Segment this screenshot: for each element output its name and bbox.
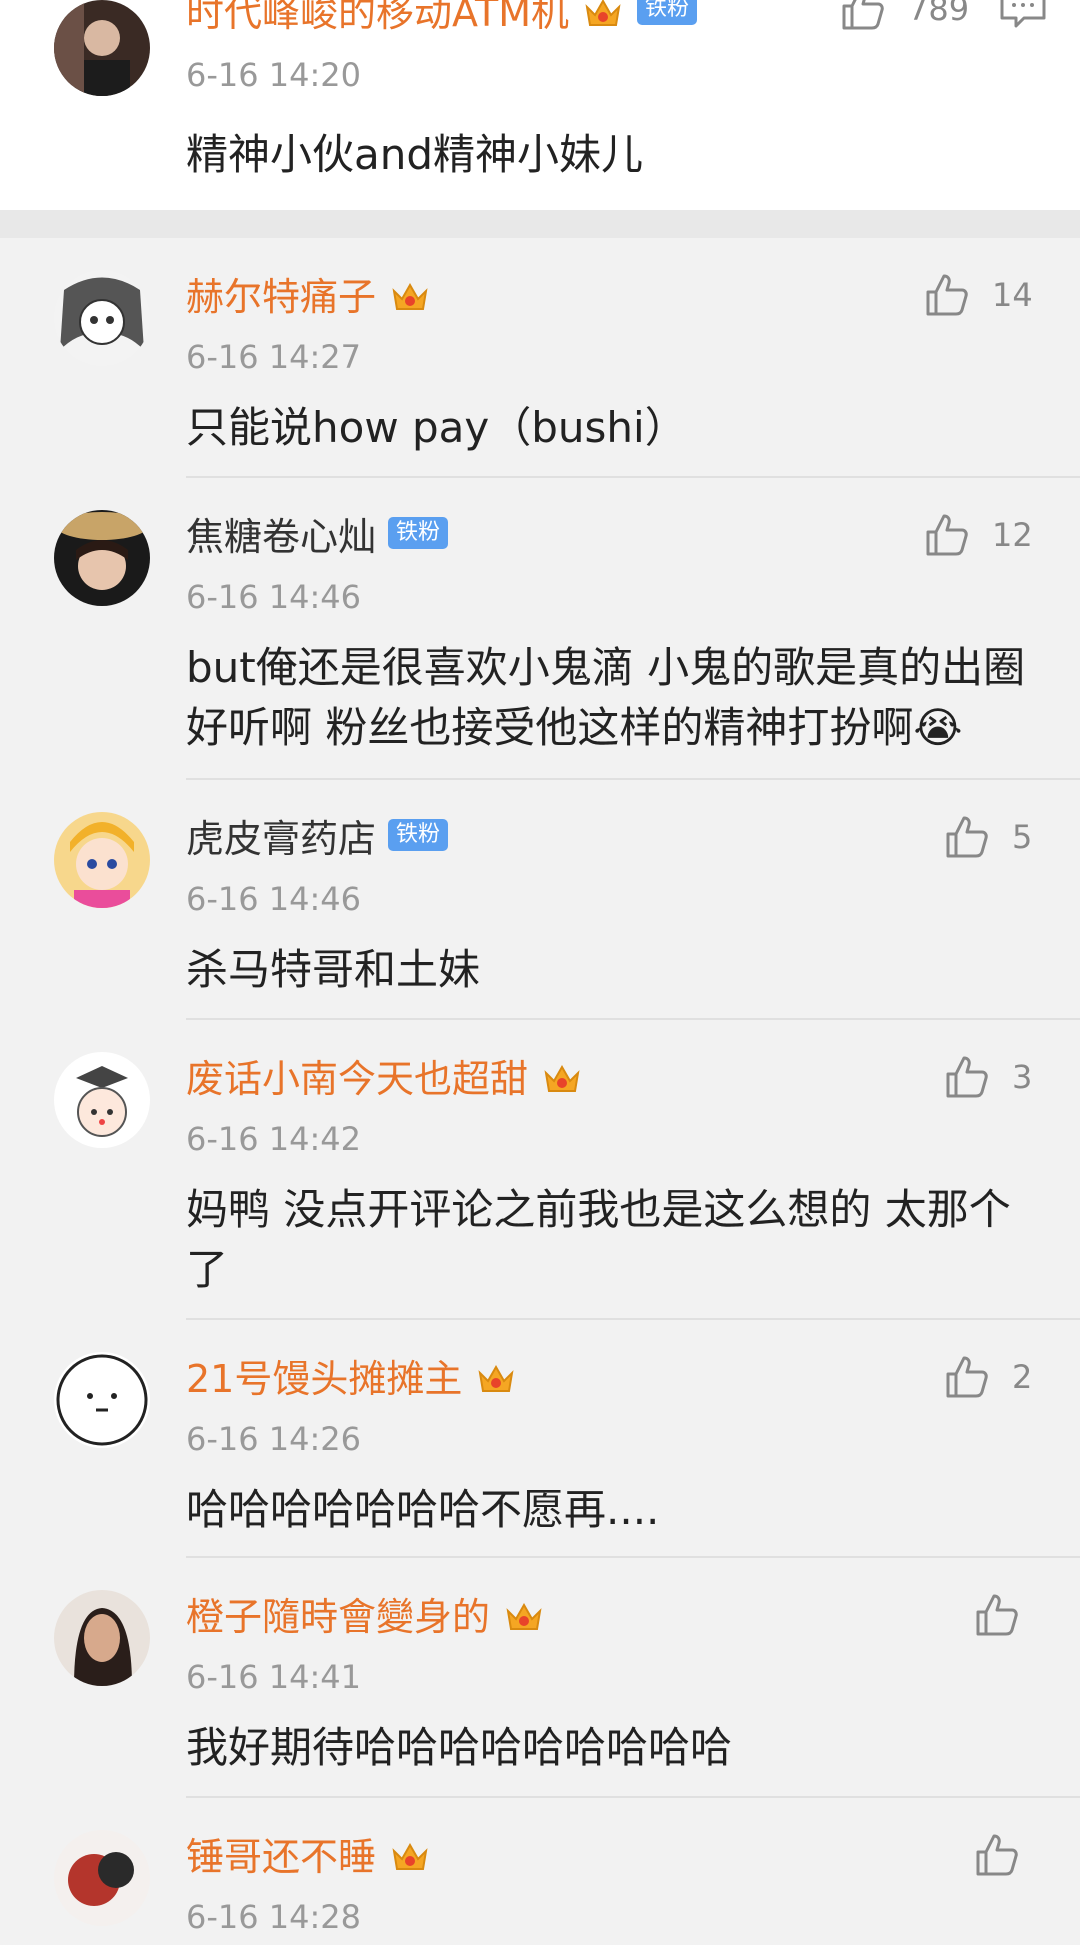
username[interactable]: 赫尔特痛子 xyxy=(186,274,432,320)
like-button[interactable]: 14 xyxy=(922,270,1033,320)
username[interactable]: 时代峰峻的移动ATM机 铁粉 xyxy=(186,0,698,36)
like-count: 3 xyxy=(1012,1058,1033,1096)
like-count: 12 xyxy=(992,516,1033,554)
like-button[interactable]: 789 xyxy=(838,0,969,34)
username-text[interactable]: 虎皮膏药店 xyxy=(186,816,376,862)
username-text[interactable]: 锤哥还不睡 xyxy=(186,1834,376,1880)
fan-badge: 铁粉 xyxy=(388,819,449,851)
username[interactable]: 虎皮膏药店 铁粉 xyxy=(186,816,449,862)
username-text[interactable]: 时代峰峻的移动ATM机 xyxy=(186,0,569,36)
vip-crown-icon xyxy=(392,1842,428,1870)
comment-text: 哈哈哈哈哈哈哈不愿再.... xyxy=(186,1485,660,1534)
timestamp: 6-16 14:27 xyxy=(186,338,362,376)
comment-text: but俺还是很喜欢小鬼滴 小鬼的歌是真的出圈好听啊 粉丝也接受他这样的精神打扮啊… xyxy=(186,643,1026,752)
username-text[interactable]: 21号馒头摊摊主 xyxy=(186,1356,462,1402)
divider xyxy=(186,1318,1080,1320)
comment-text: 精神小伙and精神小妹儿 xyxy=(186,130,644,179)
avatar[interactable] xyxy=(54,1830,150,1926)
timestamp: 6-16 14:28 xyxy=(186,1898,362,1936)
timestamp: 6-16 14:20 xyxy=(186,56,362,94)
username[interactable]: 焦糖卷心灿 铁粉 xyxy=(186,514,449,560)
thumbs-up-icon xyxy=(926,274,968,316)
divider xyxy=(186,1796,1080,1798)
comment-text: 妈鸭 没点开评论之前我也是这么想的 太那个了 xyxy=(186,1185,1011,1294)
section-divider xyxy=(0,210,1080,238)
like-button[interactable]: 5 xyxy=(942,812,1046,862)
thumbs-up-icon xyxy=(946,1056,988,1098)
divider xyxy=(186,1018,1080,1020)
fan-badge: 铁粉 xyxy=(637,0,698,25)
vip-crown-icon xyxy=(392,282,428,310)
like-button[interactable] xyxy=(972,1590,1022,1640)
like-count: 789 xyxy=(908,0,970,28)
vip-crown-icon xyxy=(585,0,621,26)
like-button[interactable] xyxy=(972,1830,1022,1880)
divider xyxy=(186,476,1080,478)
comment-icon[interactable] xyxy=(998,0,1048,28)
like-count: 2 xyxy=(1012,1358,1033,1396)
username-text[interactable]: 焦糖卷心灿 xyxy=(186,514,376,560)
comment-text: 只能说how pay（bushi） xyxy=(186,403,687,452)
divider xyxy=(186,1556,1080,1558)
avatar[interactable] xyxy=(54,0,150,96)
avatar[interactable] xyxy=(54,1052,150,1148)
comment-text: 杀马特哥和土妹 xyxy=(186,945,481,994)
thumbs-up-icon xyxy=(842,0,884,30)
thumbs-up-icon xyxy=(976,1834,1018,1876)
like-button[interactable]: 3 xyxy=(942,1052,1046,1102)
username[interactable]: 橙子隨時會變身的 xyxy=(186,1594,546,1640)
fan-badge: 铁粉 xyxy=(388,517,449,549)
like-count: 5 xyxy=(1012,818,1033,856)
like-button[interactable]: 12 xyxy=(922,510,1033,560)
top-comment-card: 时代峰峻的移动ATM机 铁粉 789 6-16 14:20 精神小伙and精神小… xyxy=(0,0,1080,210)
avatar[interactable] xyxy=(54,1352,150,1448)
timestamp: 6-16 14:41 xyxy=(186,1658,362,1696)
like-count: 14 xyxy=(992,276,1033,314)
avatar[interactable] xyxy=(54,270,150,366)
timestamp: 6-16 14:46 xyxy=(186,578,362,616)
username-text[interactable]: 赫尔特痛子 xyxy=(186,274,376,320)
vip-crown-icon xyxy=(506,1602,542,1630)
divider xyxy=(186,778,1080,780)
thumbs-up-icon xyxy=(926,514,968,556)
thumbs-up-icon xyxy=(976,1594,1018,1636)
thumbs-up-icon xyxy=(946,816,988,858)
avatar[interactable] xyxy=(54,510,150,606)
username-text[interactable]: 废话小南今天也超甜 xyxy=(186,1056,528,1102)
vip-crown-icon xyxy=(544,1064,580,1092)
timestamp: 6-16 14:46 xyxy=(186,880,362,918)
timestamp: 6-16 14:26 xyxy=(186,1420,362,1458)
thumbs-up-icon xyxy=(946,1356,988,1398)
username-text[interactable]: 橙子隨時會變身的 xyxy=(186,1594,490,1640)
username[interactable]: 21号馒头摊摊主 xyxy=(186,1356,518,1402)
avatar[interactable] xyxy=(54,1590,150,1686)
vip-crown-icon xyxy=(478,1364,514,1392)
timestamp: 6-16 14:42 xyxy=(186,1120,362,1158)
comment-text: 我好期待哈哈哈哈哈哈哈哈哈 xyxy=(186,1723,733,1772)
username[interactable]: 废话小南今天也超甜 xyxy=(186,1056,584,1102)
username[interactable]: 锤哥还不睡 xyxy=(186,1834,432,1880)
avatar[interactable] xyxy=(54,812,150,908)
like-button[interactable]: 2 xyxy=(942,1352,1046,1402)
